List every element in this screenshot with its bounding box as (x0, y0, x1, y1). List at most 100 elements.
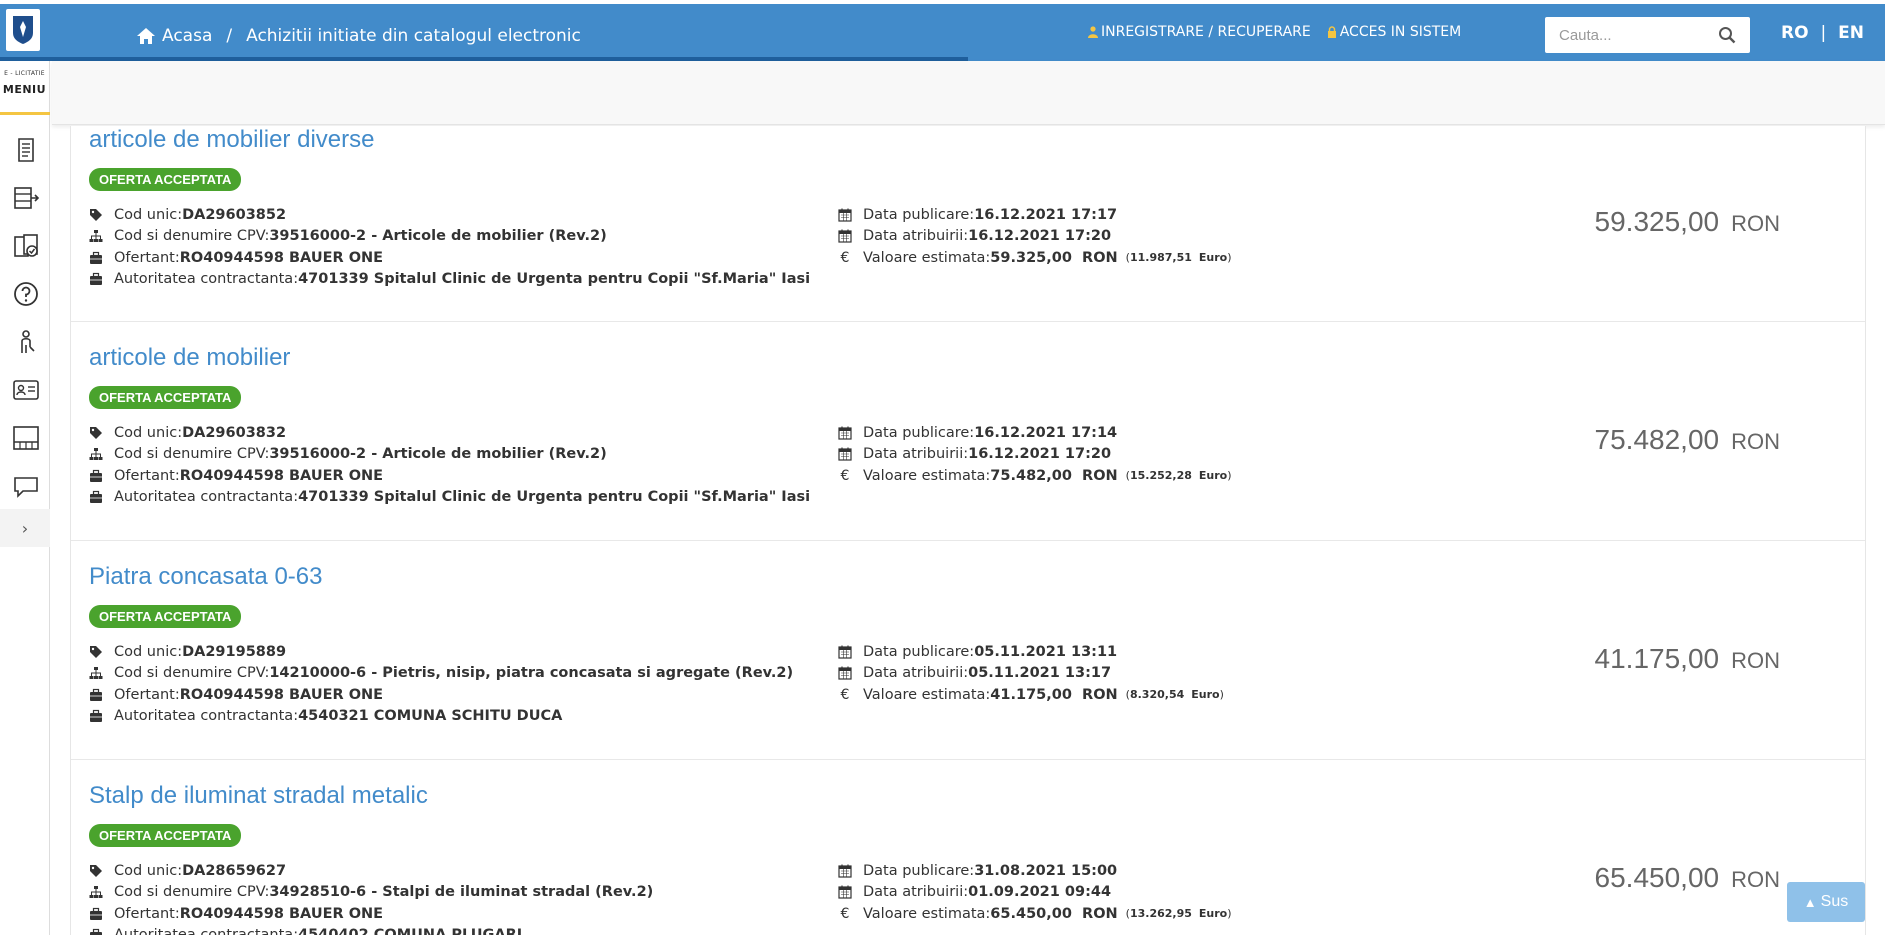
briefcase-icon (90, 273, 102, 286)
lang-ro-link[interactable]: RO (1781, 23, 1809, 43)
sidebar-menu-label[interactable]: MENIU (0, 83, 49, 96)
price-value: 41.175,00 RON (1595, 643, 1780, 675)
calendar-icon (838, 864, 852, 878)
person-icon[interactable] (11, 327, 41, 357)
data-publicare-row: Data publicare: 16.12.2021 17:17 (838, 204, 1232, 226)
chat-icon[interactable] (11, 471, 41, 501)
document-icon[interactable] (11, 135, 41, 165)
language-switcher: RO | EN (1781, 23, 1864, 43)
result-details-right: Data publicare: 05.11.2021 13:11 Data atr… (838, 641, 1224, 706)
calendar-icon (838, 208, 852, 222)
breadcrumb: Acasa / Achizitii initiate din catalogul… (136, 22, 581, 50)
euro-close-paren: ) (1227, 469, 1232, 483)
data-atribuirii-label: Data atribuirii: (863, 884, 969, 901)
result-details-right: Data publicare: 16.12.2021 17:14 Data atr… (838, 422, 1232, 487)
calendar-icon (838, 885, 852, 899)
id-card-icon[interactable] (11, 375, 41, 405)
auth-links: INREGISTRARE / RECUPERARE ACCES IN SISTE… (1088, 24, 1477, 40)
login-link[interactable]: ACCES IN SISTEM (1327, 24, 1461, 40)
cpv-row: Cod si denumire CPV: 39516000-2 - Artico… (89, 226, 810, 248)
results-list: articole de mobilier diverse OFERTA ACCEP… (70, 126, 1866, 935)
autoritate-row: Autoritatea contractanta: 4540321 COMUNA… (89, 706, 793, 728)
result-details-left: Cod unic: DA28659627 Cod si denumire CPV:… (89, 860, 653, 935)
valoare-euro: (11.987,51 Euro) (1126, 251, 1232, 264)
site-logo[interactable] (6, 9, 40, 51)
autoritate-row: Autoritatea contractanta: 4701339 Spital… (89, 487, 810, 509)
ofertant-row: Ofertant: RO40944598 BAUER ONE (89, 684, 793, 706)
register-link[interactable]: INREGISTRARE / RECUPERARE (1088, 24, 1311, 40)
autoritate-row: Autoritatea contractanta: 4701339 Spital… (89, 269, 810, 291)
data-publicare-row: Data publicare: 05.11.2021 13:11 (838, 641, 1224, 663)
valoare-value: 41.175,00 RON (990, 686, 1118, 703)
price-currency: RON (1731, 429, 1780, 454)
lang-separator: | (1820, 23, 1827, 43)
autoritate-label: Autoritatea contractanta: (114, 271, 299, 288)
data-atribuirii-value: 16.12.2021 17:20 (968, 446, 1112, 463)
tag-icon (90, 645, 102, 658)
scroll-top-button[interactable]: ▲ Sus (1787, 882, 1865, 922)
valoare-label: Valoare estimata: (863, 467, 991, 484)
data-atribuirii-row: Data atribuirii: 16.12.2021 17:20 (838, 226, 1232, 248)
valoare-euro-value: 11.987,51 (1129, 251, 1192, 265)
home-icon[interactable] (136, 27, 156, 45)
cod-unic-value: DA29195889 (182, 643, 287, 660)
price-currency: RON (1731, 867, 1780, 892)
data-publicare-row: Data publicare: 31.08.2021 15:00 (838, 860, 1232, 882)
calendar-icon (838, 645, 852, 659)
cpv-value: 14210000-6 - Pietris, nisip, piatra conc… (269, 665, 794, 682)
cpv-label: Cod si denumire CPV: (114, 884, 270, 901)
cpv-label: Cod si denumire CPV: (114, 228, 270, 245)
search-input[interactable] (1545, 26, 1705, 44)
result-title-link[interactable]: articole de mobilier diverse (89, 126, 374, 154)
cod-unic-row: Cod unic: DA29603832 (89, 422, 810, 444)
sidebar-expand-button[interactable]: › (0, 509, 50, 547)
autoritate-value: 4701339 Spitalul Clinic de Urgenta pentr… (298, 489, 811, 506)
data-publicare-row: Data publicare: 16.12.2021 17:14 (838, 422, 1232, 444)
briefcase-icon (90, 688, 102, 701)
register-link-label: INREGISTRARE / RECUPERARE (1101, 24, 1311, 40)
autoritate-row: Autoritatea contractanta: 4540402 COMUNA… (89, 925, 653, 935)
status-badge: OFERTA ACCEPTATA (89, 824, 242, 847)
result-title-link[interactable]: Piatra concasata 0-63 (89, 563, 322, 591)
autoritate-label: Autoritatea contractanta: (114, 927, 298, 935)
ofertant-label: Ofertant: (114, 905, 180, 922)
cod-unic-label: Cod unic: (114, 206, 183, 223)
euro-icon: € (840, 686, 850, 703)
result-title-link[interactable]: Stalp de iluminat stradal metalic (89, 782, 428, 810)
data-atribuirii-row: Data atribuirii: 16.12.2021 17:20 (838, 444, 1232, 466)
sidebar-brand: E - LICITATIE (4, 70, 45, 77)
data-atribuirii-label: Data atribuirii: (863, 665, 969, 682)
lang-en-link[interactable]: EN (1838, 23, 1864, 43)
tag-icon (90, 208, 102, 221)
ofertant-label: Ofertant: (114, 249, 180, 266)
status-badge: OFERTA ACCEPTATA (89, 386, 242, 409)
shield-logo-icon (13, 16, 33, 44)
data-publicare-label: Data publicare: (863, 862, 975, 879)
search-icon[interactable] (1718, 26, 1736, 44)
euro-word: Euro (1198, 907, 1228, 921)
euro-close-paren: ) (1227, 251, 1232, 265)
valoare-value: 59.325,00 RON (990, 249, 1118, 266)
result-details-left: Cod unic: DA29603832 Cod si denumire CPV:… (89, 422, 810, 508)
calendar-icon[interactable] (11, 423, 41, 453)
checklist-icon[interactable] (11, 231, 41, 261)
cod-unic-row: Cod unic: DA29603852 (89, 204, 810, 226)
result-card: Piatra concasata 0-63 OFERTA ACCEPTATA Cod… (71, 541, 1865, 760)
cpv-value: 34928510-6 - Stalpi de iluminat stradal … (269, 884, 654, 901)
data-publicare-value: 16.12.2021 17:17 (974, 206, 1118, 223)
breadcrumb-home-link[interactable]: Acasa (162, 26, 212, 46)
euro-word: Euro (1198, 251, 1228, 265)
status-badge: OFERTA ACCEPTATA (89, 168, 242, 191)
valoare-euro-value: 15.252,28 (1129, 469, 1192, 483)
top-navbar: Acasa / Achizitii initiate din catalogul… (0, 4, 1885, 61)
result-card: articole de mobilier OFERTA ACCEPTATA Cod … (71, 322, 1865, 541)
result-title-link[interactable]: articole de mobilier (89, 344, 290, 372)
scroll-top-label: Sus (1820, 893, 1849, 910)
briefcase-icon (90, 491, 102, 504)
sitemap-icon (89, 448, 103, 461)
help-icon[interactable] (11, 279, 41, 309)
cod-unic-label: Cod unic: (114, 643, 183, 660)
data-publicare-value: 16.12.2021 17:14 (974, 424, 1118, 441)
sidebar: E - LICITATIE MENIU › (0, 61, 50, 935)
list-export-icon[interactable] (11, 183, 41, 213)
